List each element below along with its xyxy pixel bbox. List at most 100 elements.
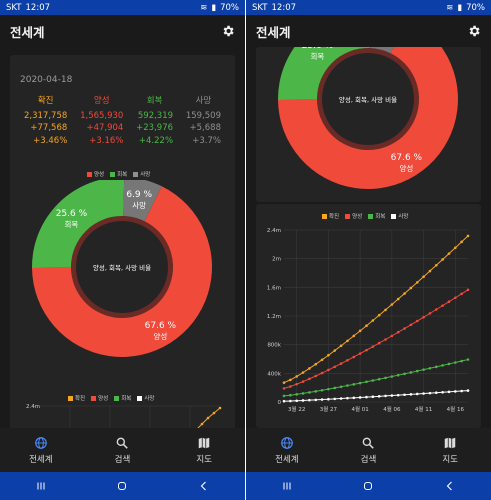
series-line	[283, 235, 469, 384]
data-point	[371, 395, 375, 399]
back-icon[interactable]	[444, 480, 456, 492]
data-point	[390, 334, 394, 338]
data-point	[339, 344, 343, 348]
recent-apps-icon[interactable]	[35, 480, 47, 492]
legend-item: 사망	[391, 212, 409, 220]
data-point	[390, 303, 394, 306]
data-point	[301, 380, 305, 383]
legend-item: 회복	[368, 212, 385, 220]
slice-name-label: 사망	[132, 200, 146, 210]
data-point	[466, 389, 470, 392]
data-point	[384, 394, 387, 398]
nav-world[interactable]: 전세계	[6, 436, 76, 465]
x-tick-label: 4월 01	[351, 405, 368, 413]
nav-map[interactable]: 지도	[169, 436, 239, 465]
data-point	[434, 391, 438, 394]
data-point	[415, 369, 419, 373]
slice-name-label: 양성	[153, 332, 167, 341]
data-point	[346, 396, 349, 400]
data-point	[415, 319, 419, 323]
data-point	[371, 379, 375, 382]
stat-total: 159,509	[185, 110, 221, 121]
data-point	[352, 383, 356, 386]
scroll-content[interactable]: 25.6 %회복6.9 %사망67.6 %양성양성, 회복, 사망 비율 확진 …	[246, 47, 491, 428]
data-point	[346, 339, 349, 343]
data-point	[320, 358, 324, 362]
x-tick-label: 4월 11	[415, 405, 432, 413]
slice-value-label: 67.6 %	[145, 321, 177, 331]
globe-icon	[34, 436, 47, 449]
summary-card: 25.6 %회복6.9 %사망67.6 %양성양성, 회복, 사망 비율	[256, 47, 481, 202]
legend-item: 양성	[345, 212, 362, 220]
y-tick-label: 800k	[267, 343, 281, 349]
series-사망	[282, 389, 470, 403]
trend-line-chart: 0 400k 800k 1.2m 1.6m 2m 2.4m 3월 22 3월 27 4월 01 4월…	[267, 228, 470, 413]
data-point	[460, 389, 463, 393]
nav-search[interactable]: 검색	[87, 436, 157, 465]
ratio-donut-chart: 25.6 %회복6.9 %사망67.6 %양성양성, 회복, 사망 비율	[32, 180, 212, 357]
data-point	[365, 348, 368, 352]
stat-header: 회복	[146, 96, 163, 106]
data-point	[358, 396, 362, 399]
pie-legend: 양성 회복 사망	[87, 170, 150, 178]
nav-label: 전세계	[275, 454, 299, 465]
data-point	[390, 375, 394, 378]
home-icon[interactable]	[116, 480, 128, 492]
nav-map[interactable]: 지도	[415, 436, 485, 465]
x-tick-label: 3월 27	[320, 405, 338, 413]
data-point	[295, 382, 298, 386]
gear-icon[interactable]	[221, 24, 235, 38]
data-point	[212, 411, 216, 415]
data-point	[365, 324, 368, 328]
data-point	[308, 377, 311, 381]
stats-table: 확진 2,317,758 +77,568 +3.46% 양성 1,565,930…	[24, 95, 221, 147]
stat-active: 양성 1,565,930 +47,904 +3.16%	[80, 95, 123, 147]
data-point	[333, 349, 337, 352]
stat-recovered: 회복 592,319 +23,976 +4.22%	[136, 95, 173, 147]
data-point	[454, 390, 457, 393]
slice-value-label: 25.6 %	[56, 209, 88, 219]
data-point	[327, 368, 330, 372]
data-point	[396, 330, 400, 334]
data-point	[352, 334, 356, 338]
data-point	[295, 375, 298, 378]
trend-card: 확진 양성 회복 사망 0 400k 800k 1.2m 1.6m 2m 2.4m 3월 22…	[256, 204, 481, 428]
data-point	[403, 327, 406, 330]
data-point	[346, 359, 349, 362]
data-point	[434, 365, 438, 369]
data-point	[346, 384, 349, 387]
y-tick-label: 0	[278, 400, 282, 406]
data-point	[289, 393, 292, 397]
date-label: 2020-04-18	[20, 75, 73, 85]
data-point	[428, 312, 432, 315]
data-point	[377, 377, 381, 381]
x-tick-label: 4월 16	[447, 405, 465, 413]
stat-header: 확진	[37, 96, 54, 106]
stat-confirmed: 확진 2,317,758 +77,568 +3.46%	[24, 95, 67, 147]
data-point	[282, 381, 286, 384]
data-point	[409, 393, 413, 396]
gear-icon[interactable]	[467, 24, 481, 38]
scroll-content[interactable]: 2020-04-18 확진 2,317,758 +77,568 +3.46% 양…	[0, 47, 245, 428]
data-point	[409, 286, 413, 290]
nav-world[interactable]: 전세계	[252, 436, 322, 465]
stat-delta: +77,568	[30, 123, 68, 133]
clock-label: 12:07	[25, 2, 51, 13]
stat-pct: +3.46%	[33, 135, 68, 146]
data-point	[441, 390, 444, 394]
data-point	[333, 365, 337, 369]
data-point	[434, 263, 438, 267]
system-nav-bar	[246, 472, 491, 500]
home-icon[interactable]	[362, 480, 374, 492]
ratio-donut-chart: 25.6 %회복6.9 %사망67.6 %양성양성, 회복, 사망 비율	[278, 47, 458, 190]
legend-item: 확진	[322, 212, 339, 220]
data-point	[282, 387, 286, 390]
summary-card: 2020-04-18 확진 2,317,758 +77,568 +3.46% 양…	[10, 55, 235, 408]
slice-name-label: 양성	[399, 164, 413, 173]
nav-search[interactable]: 검색	[333, 436, 403, 465]
recent-apps-icon[interactable]	[281, 480, 293, 492]
back-icon[interactable]	[198, 480, 210, 492]
data-point	[466, 358, 470, 361]
legend-item: 양성	[87, 170, 104, 178]
nav-label: 전세계	[29, 454, 53, 465]
